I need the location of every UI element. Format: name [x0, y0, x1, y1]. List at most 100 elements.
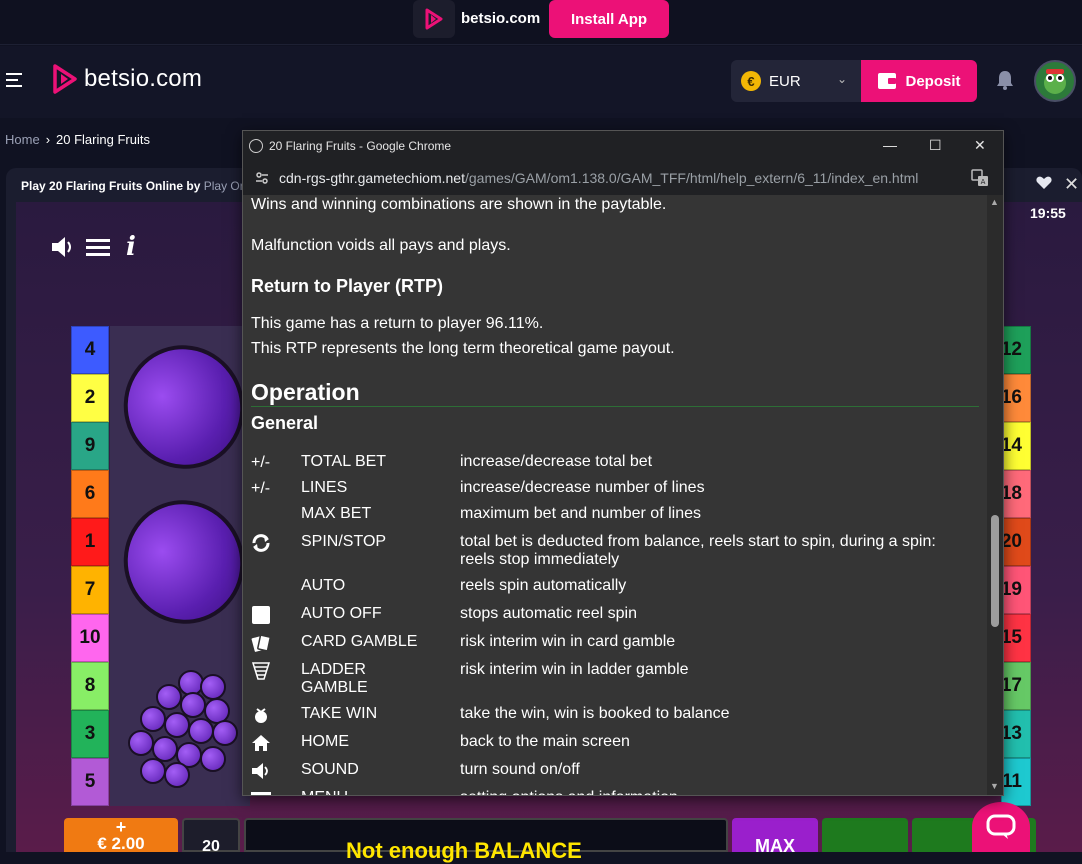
right-payline-17: 17 [1001, 662, 1031, 710]
chevron-right-icon: › [45, 132, 51, 147]
help-key: LADDER GAMBLE [301, 661, 368, 696]
game-clock: 19:55 [1030, 205, 1066, 221]
frog-avatar-icon [1044, 69, 1066, 94]
help-value: increase/decrease number of lines [460, 479, 705, 496]
url-text[interactable]: cdn-rgs-gthr.gametechiom.net/games/GAM/o… [279, 170, 918, 186]
right-payline-12: 12 [1001, 326, 1031, 374]
popup-window-title: 20 Flaring Fruits - Google Chrome [269, 139, 452, 153]
menu-icon [251, 789, 275, 795]
right-payline-15: 15 [1001, 614, 1031, 662]
not-enough-balance-message: Not enough BALANCE [346, 838, 582, 863]
close-window-button[interactable]: ✕ [974, 137, 986, 154]
right-payline-18: 18 [1001, 470, 1031, 518]
help-value: take the win, win is booked to balance [460, 705, 730, 722]
right-payline-13: 13 [1001, 710, 1031, 758]
help-value: total bet is deducted from balance, reel… [460, 533, 936, 568]
popup-titlebar[interactable]: 20 Flaring Fruits - Google Chrome — ☐ ✕ [243, 131, 1003, 161]
grapes-symbol [120, 660, 244, 790]
logo-icon [53, 64, 77, 94]
app-logo-icon [413, 0, 455, 38]
help-value: risk interim win in card gamble [460, 633, 676, 650]
deposit-label: Deposit [905, 72, 961, 90]
popup-scrollbar[interactable]: ▲ ▼ [987, 195, 1003, 795]
general-heading: General [251, 413, 319, 433]
game-title: Play 20 Flaring Fruits Online by Play Or [21, 179, 244, 193]
breadcrumb-home[interactable]: Home [5, 132, 40, 147]
scrollbar-thumb[interactable] [991, 515, 999, 627]
game-provider-link[interactable]: Play Or [204, 179, 244, 193]
maximize-button[interactable]: ☐ [929, 137, 942, 154]
rtp-explanation-text: This RTP represents the long term theore… [251, 340, 675, 357]
globe-icon [249, 139, 263, 153]
currency-selector[interactable]: € EUR ⌄ [731, 60, 861, 102]
help-key: MENU [301, 789, 451, 795]
auto-button[interactable] [822, 818, 908, 852]
help-popup-window: 20 Flaring Fruits - Google Chrome — ☐ ✕ … [242, 130, 1004, 796]
minimize-button[interactable]: — [883, 137, 897, 153]
help-key: SOUND [301, 761, 359, 778]
payline-indicators-left: 4 2 9 6 1 7 10 8 3 5 [71, 326, 109, 806]
hamburger-menu-icon[interactable] [86, 237, 110, 257]
left-payline-3: 3 [71, 710, 109, 758]
menu-icon[interactable] [6, 73, 22, 92]
rtp-heading: Return to Player (RTP) [251, 276, 444, 296]
payline-indicators-right: 12 16 14 18 20 19 15 17 13 11 [1001, 326, 1031, 806]
lines-value: 20 [202, 838, 220, 855]
right-payline-16: 16 [1001, 374, 1031, 422]
currency-label: EUR [769, 72, 801, 90]
operation-heading: Operation [251, 379, 360, 405]
favorite-heart-icon[interactable] [1036, 176, 1052, 195]
euro-coin-icon: € [741, 71, 761, 91]
game-controls: i [50, 232, 136, 262]
help-value: increase/decrease total bet [460, 453, 653, 470]
left-payline-8: 8 [71, 662, 109, 710]
chevron-down-icon: ⌄ [836, 72, 847, 86]
scroll-down-arrow-icon[interactable]: ▼ [990, 781, 999, 791]
chat-bubble-icon [986, 814, 1016, 839]
take-win-icon [251, 705, 275, 725]
site-settings-icon[interactable] [253, 169, 271, 187]
address-bar[interactable]: cdn-rgs-gthr.gametechiom.net/games/GAM/o… [243, 161, 1003, 195]
scroll-up-arrow-icon[interactable]: ▲ [990, 197, 999, 207]
help-key: CARD GAMBLE [301, 633, 418, 650]
help-content[interactable]: Wins and winning combinations are shown … [243, 195, 987, 795]
close-game-icon[interactable]: ✕ [1064, 174, 1079, 195]
breadcrumb: Home › 20 Flaring Fruits [5, 132, 150, 147]
speaker-icon [251, 761, 275, 781]
malfunction-note: Malfunction voids all pays and plays. [251, 237, 511, 254]
empty-icon-slot [251, 577, 275, 597]
max-bet-label: MAX [755, 836, 795, 856]
site-logo[interactable]: betsio.com [52, 64, 202, 94]
logo-text: betsio.com [84, 65, 203, 92]
left-payline-5: 5 [71, 758, 109, 806]
svg-text:A: A [981, 178, 986, 186]
left-payline-9: 9 [71, 422, 109, 470]
help-key: SPIN/STOP [301, 533, 387, 550]
rtp-value-text: This game has a return to player 96.11%. [251, 315, 544, 332]
right-payline-14: 14 [1001, 422, 1031, 470]
deposit-button[interactable]: Deposit [861, 60, 977, 102]
wallet-icon [878, 73, 897, 89]
left-payline-6: 6 [71, 470, 109, 518]
chat-support-button[interactable] [972, 802, 1030, 852]
bell-icon[interactable] [996, 70, 1014, 95]
info-icon[interactable]: i [126, 232, 136, 262]
translate-icon[interactable]: A [971, 169, 989, 192]
max-bet-button[interactable]: MAX [732, 818, 818, 856]
bet-button[interactable]: + € 2.00 [64, 818, 178, 852]
user-avatar[interactable] [1034, 60, 1076, 102]
bet-value: € 2.00 [97, 834, 145, 853]
left-payline-10: 10 [71, 614, 109, 662]
help-value: risk interim win in ladder gamble [460, 661, 689, 678]
right-payline-20: 20 [1001, 518, 1031, 566]
promo-site-name: betsio.com [461, 10, 541, 27]
help-value: maximum bet and number of lines [460, 505, 701, 522]
game-title-text: Play 20 Flaring Fruits Online by [21, 179, 201, 193]
lines-button[interactable]: 20 [182, 818, 240, 855]
left-payline-7: 7 [71, 566, 109, 614]
promo-bar: betsio.com Install App [0, 0, 1082, 45]
install-app-button[interactable]: Install App [549, 0, 669, 38]
speaker-icon[interactable] [50, 234, 76, 260]
square-icon [251, 605, 275, 625]
help-key: TOTAL BET [301, 453, 387, 470]
